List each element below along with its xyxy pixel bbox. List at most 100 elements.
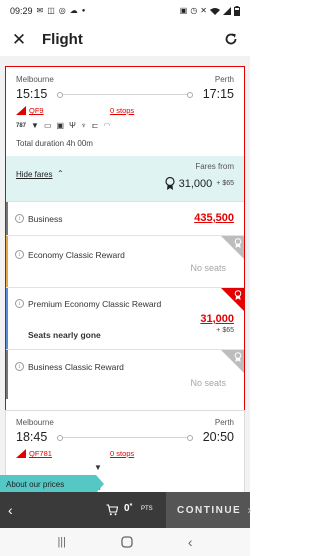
amenities-row: 787 ▼ ▭ ▣ Ψ ♆ ⊏ ◠: [16, 122, 110, 130]
fare-accent: [6, 350, 8, 399]
origin-city: Melbourne: [16, 418, 54, 427]
meal-icon: ▭: [43, 121, 52, 130]
fare-cash: + $65: [216, 327, 234, 334]
back-nav-icon[interactable]: ‹: [188, 534, 193, 550]
status-bar: 09:29 ✉ ◫ ◎ ☁ ● ▣ ◷ ✕: [0, 0, 250, 22]
cast-icon: ◫: [47, 6, 55, 15]
no-seats-label: No seats: [190, 263, 226, 273]
mute-icon: ✕: [200, 6, 207, 15]
system-nav-bar: ||| ‹: [0, 528, 250, 556]
city-row: Melbourne Perth: [16, 418, 234, 427]
close-button[interactable]: ✕: [10, 31, 28, 48]
no-seats-label: No seats: [190, 378, 226, 388]
flight-number-link[interactable]: QF781: [16, 449, 52, 458]
fares-from-cash: + $65: [216, 180, 234, 187]
signal-icon: [223, 7, 231, 15]
amenities-row: ▼: [94, 464, 102, 472]
destination-city: Perth: [214, 75, 234, 84]
reward-medal-icon: [234, 238, 242, 248]
route-line: [57, 431, 194, 443]
info-icon[interactable]: i: [15, 362, 24, 371]
depart-time: 18:45: [16, 430, 48, 444]
fare-accent: [6, 288, 8, 349]
continue-button[interactable]: CONTINUE ›: [166, 492, 252, 528]
fare-name: Business: [28, 214, 63, 224]
wifi-icon: [210, 8, 220, 15]
dining-icon: ▣: [56, 121, 65, 130]
battery-icon: [234, 6, 240, 16]
reward-medal-icon: [234, 290, 242, 300]
time-row: 18:45 20:50: [16, 430, 234, 444]
fare-name: Business Classic Reward: [28, 362, 124, 372]
seats-nearly-gone-label: Seats nearly gone: [28, 330, 101, 340]
info-icon[interactable]: i: [15, 299, 24, 308]
app-header: ✕ Flight: [0, 22, 250, 56]
reward-medal-icon: [234, 352, 242, 362]
flight-card[interactable]: Melbourne Perth 15:15 17:15 QF9 0 stops …: [5, 66, 245, 456]
fare-option-premium-economy-classic-reward[interactable]: i Premium Economy Classic Reward 31,000 …: [6, 287, 244, 349]
qantas-logo-icon: [16, 106, 26, 115]
origin-city: Melbourne: [16, 75, 54, 84]
cart-icon[interactable]: [106, 504, 118, 516]
time-row: 15:15 17:15: [16, 87, 234, 101]
total-duration: Total duration 4h 00m: [16, 139, 93, 148]
fare-option-business-classic-reward[interactable]: i Business Classic Reward No seats: [6, 349, 244, 399]
about-prices-label: About our prices: [6, 480, 65, 489]
chevron-right-icon: ›: [247, 503, 252, 517]
continue-label: CONTINUE: [177, 504, 242, 516]
fare-accent: [6, 236, 8, 287]
flight-results-list[interactable]: Melbourne Perth 15:15 17:15 QF9 0 stops …: [0, 56, 250, 492]
destination-city: Perth: [214, 418, 234, 427]
home-icon[interactable]: [121, 536, 133, 548]
refresh-button[interactable]: [222, 30, 240, 48]
aircraft-787-icon: 787: [16, 123, 27, 129]
stops-link[interactable]: 0 stops: [110, 106, 134, 115]
drinks-icon: ▼: [31, 121, 39, 130]
alarm-icon: ◷: [190, 6, 198, 15]
info-icon[interactable]: i: [15, 214, 24, 223]
chevron-up-icon: ⌃: [57, 169, 64, 178]
flight-info-row: QF9 0 stops: [16, 106, 234, 115]
wine-icon: ♆: [80, 121, 87, 130]
flight-number: QF9: [29, 106, 44, 115]
page-title: Flight: [42, 30, 83, 48]
qantas-logo-icon: [16, 449, 26, 458]
points-label: PTS: [141, 506, 153, 512]
drinks-icon: ▼: [94, 463, 102, 472]
hide-fares-link[interactable]: Hide fares: [16, 170, 52, 179]
fares-summary-bar: Hide fares ⌃ Fares from 31,000 + $65: [6, 156, 244, 201]
points-summary: ‹ 0* PTS: [0, 492, 166, 528]
fare-name: Economy Classic Reward: [28, 250, 125, 260]
seat-icon: ⊏: [91, 121, 99, 130]
info-icon[interactable]: i: [15, 250, 24, 259]
back-button[interactable]: ‹: [8, 503, 13, 517]
reward-medal-icon: [165, 177, 175, 190]
flight-number-link[interactable]: QF9: [16, 106, 44, 115]
depart-time: 15:15: [16, 87, 48, 101]
fare-name: Premium Economy Classic Reward: [28, 299, 162, 309]
arrive-time: 17:15: [202, 87, 234, 101]
fares-from-points: 31,000: [178, 177, 213, 190]
dot-icon: ●: [81, 8, 86, 14]
flight-number: QF781: [29, 449, 52, 458]
cutlery-icon: Ψ: [69, 121, 76, 130]
fares-from-label: Fares from: [195, 162, 234, 171]
fare-option-business[interactable]: i Business 435,500: [6, 201, 244, 235]
status-time: 09:29: [10, 6, 33, 16]
fare-accent: [6, 202, 8, 235]
recents-icon[interactable]: |||: [57, 536, 66, 548]
points-value: 0*: [124, 503, 133, 514]
fare-price-link[interactable]: 435,500: [194, 212, 234, 224]
battery-saver-icon: ▣: [179, 6, 188, 15]
city-row: Melbourne Perth: [16, 75, 234, 84]
wifi-icon: ◠: [103, 121, 111, 130]
route-line: [57, 88, 194, 100]
message-icon: ✉: [36, 6, 44, 15]
arrive-time: 20:50: [202, 430, 234, 444]
whatsapp-icon: ◎: [58, 6, 66, 15]
flight-info-row: QF781 0 stops: [16, 449, 234, 458]
bottom-action-bar: ‹ 0* PTS CONTINUE ›: [0, 492, 252, 528]
fare-option-economy-classic-reward[interactable]: i Economy Classic Reward No seats: [6, 235, 244, 287]
stops-link[interactable]: 0 stops: [110, 449, 134, 458]
fare-price-link[interactable]: 31,000: [200, 313, 234, 325]
